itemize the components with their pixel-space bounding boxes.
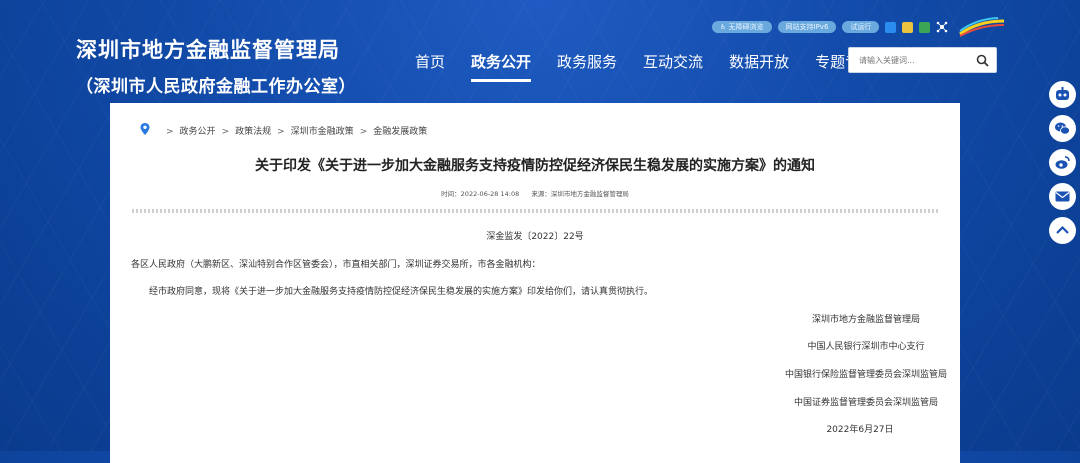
network-icon[interactable]	[936, 18, 948, 37]
wechat-button[interactable]	[1049, 115, 1076, 142]
breadcrumb: > 政务公开 > 政策法规 > 深圳市金融政策 > 金融发展政策	[140, 123, 427, 138]
signatory: 中国人民银行深圳市中心支行	[807, 342, 925, 352]
search-box	[848, 47, 997, 73]
breadcrumb-separator: >	[221, 127, 230, 137]
signatory: 深圳市地方金融监督管理局	[811, 315, 920, 325]
page-title: 关于印发《关于进一步加大金融服务支持疫情防控促经济保民生稳发展的实施方案》的通知	[255, 158, 815, 174]
nav-item[interactable]: 政务公开	[458, 50, 544, 82]
back-to-top-icon	[1056, 225, 1069, 234]
article-panel: > 政务公开 > 政策法规 > 深圳市金融政策 > 金融发展政策 关于印发《关于进一步加大金融…	[110, 103, 960, 463]
app-icon[interactable]	[919, 21, 931, 33]
site-title-main: 深圳市地方金融监督管理局	[76, 38, 340, 62]
accessibility-button[interactable]: ♿ 无障碍浏览	[712, 21, 772, 33]
mail-button[interactable]	[1049, 183, 1076, 210]
mail-icon	[1055, 191, 1070, 202]
nav-item[interactable]: 互动交流	[630, 50, 716, 74]
doc-meta: 时间：2022-06-28 14:08 来源：深圳市地方金融监督管理局	[110, 188, 960, 198]
doc-icon[interactable]	[902, 21, 914, 33]
accessibility-label: 无障碍浏览	[728, 23, 764, 31]
site-title-sub: （深圳市人民政府金融工作办公室）	[76, 77, 356, 97]
divider	[132, 209, 938, 213]
addressee: 各区人民政府（大鹏新区、深汕特别合作区管委会），市直相关部门，深圳证券交易所，市…	[131, 260, 541, 270]
back-to-top-button[interactable]	[1049, 217, 1076, 244]
weibo-icon	[1055, 156, 1070, 169]
body-paragraph: 经市政府同意，现将《关于进一步加大金融服务支持疫情防控促经济保民生稳发展的实施方…	[149, 287, 654, 297]
breadcrumb-link[interactable]: 政策法规	[235, 127, 271, 137]
side-toolbar	[1049, 81, 1076, 244]
doc-source: 来源：深圳市地方金融监督管理局	[531, 190, 629, 198]
nav-item[interactable]: 首页	[402, 50, 458, 74]
event-logo	[958, 17, 1006, 37]
robot-button[interactable]	[1049, 81, 1076, 108]
breadcrumb-separator: >	[359, 127, 368, 137]
nav-item[interactable]: 政务服务	[544, 50, 630, 74]
breadcrumb-link[interactable]: 金融发展政策	[373, 127, 427, 137]
utility-bar: ♿ 无障碍浏览 网站支持IPv6 试运行	[712, 17, 1006, 37]
search-input[interactable]	[849, 54, 969, 66]
site-title[interactable]: 深圳市地方金融监督管理局 （深圳市人民政府金融工作办公室）	[76, 34, 356, 97]
wechat-icon	[1055, 122, 1070, 135]
breadcrumb-separator: >	[166, 127, 174, 137]
trial-badge: 试运行	[842, 21, 880, 33]
breadcrumb-link[interactable]: 政务公开	[180, 127, 216, 137]
location-pin-icon	[140, 123, 150, 138]
signatory: 中国证券监督管理委员会深圳监管局	[793, 398, 938, 408]
robot-icon	[1056, 87, 1069, 100]
publish-time: 时间：2022-06-28 14:08	[441, 190, 520, 198]
search-button[interactable]	[969, 48, 996, 72]
nav-item[interactable]: 数据开放	[716, 50, 802, 74]
ipv6-badge: 网站支持IPv6	[777, 21, 837, 33]
doc-date: 2022年6月27日	[826, 425, 894, 435]
doc-number: 深金监发〔2022〕22号	[486, 232, 584, 242]
search-icon	[976, 54, 989, 67]
gov-icon[interactable]	[885, 21, 897, 33]
weibo-button[interactable]	[1049, 149, 1076, 176]
main-nav: 首页 政务公开 政务服务 互动交流 数据开放 专题专栏	[402, 50, 888, 82]
signatory: 中国银行保险监督管理委员会深圳监管局	[784, 370, 947, 380]
breadcrumb-link[interactable]: 深圳市金融政策	[291, 127, 354, 137]
breadcrumb-separator: >	[277, 127, 285, 137]
